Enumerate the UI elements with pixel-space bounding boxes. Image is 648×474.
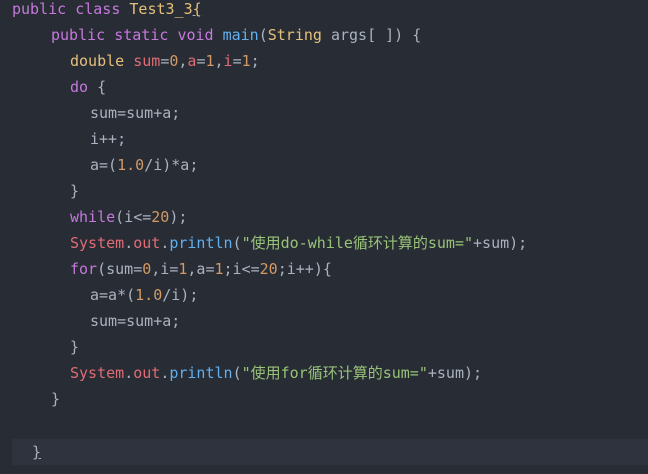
code-token: double [70, 52, 134, 70]
code-token: ,i= [151, 260, 179, 278]
code-token: 1 [214, 260, 224, 278]
code-token: } [70, 182, 80, 200]
code-token: args[ ]) { [330, 26, 422, 44]
code-token: +sum); [427, 364, 483, 382]
code-token: ;i++){ [277, 260, 332, 278]
code-token: 20 [259, 260, 278, 278]
code-token: println [169, 364, 233, 382]
code-line: do { [0, 74, 648, 100]
code-token: { [192, 0, 202, 18]
code-token: println [169, 234, 233, 252]
code-token: . [124, 364, 134, 382]
code-token: +sum); [473, 234, 528, 252]
code-line: public static void main(String args[ ]) … [0, 22, 648, 48]
code-token: String [267, 26, 331, 44]
code-token: = [160, 52, 170, 70]
code-token: 1 [241, 52, 251, 70]
code-line-content: do { [70, 74, 106, 100]
code-line: double sum=0,a=1,i=1; [0, 48, 648, 74]
code-token: } [51, 390, 61, 408]
code-token: ( [258, 26, 268, 44]
code-token: 1.0 [117, 156, 145, 174]
code-token: /i)*a; [144, 156, 199, 174]
code-line: } [0, 386, 648, 412]
code-line-content: System.out.println("使用for循环计算的sum="+sum)… [70, 360, 482, 386]
code-line: System.out.println("使用for循环计算的sum="+sum)… [0, 360, 648, 386]
code-token: . [160, 234, 170, 252]
code-token: ; [250, 52, 260, 70]
code-token: sum=sum+a; [90, 312, 181, 330]
code-line: a=(1.0/i)*a; [0, 152, 648, 178]
code-token: ,a= [187, 260, 215, 278]
code-token: 20 [151, 208, 170, 226]
code-token: { [97, 78, 107, 96]
code-token: public static [51, 26, 178, 44]
code-line-content: i++; [90, 126, 126, 152]
code-token: public class [12, 0, 130, 18]
code-line-content: System.out.println("使用do-while循环计算的sum="… [70, 230, 527, 256]
code-line: sum=sum+a; [0, 100, 648, 126]
code-line-content: a=(1.0/i)*a; [90, 152, 198, 178]
code-line-content: public static void main(String args[ ]) … [51, 22, 421, 48]
code-token: ;i<= [223, 260, 260, 278]
code-token: 0 [142, 260, 152, 278]
code-token: while [70, 208, 116, 226]
code-line-content: } [70, 334, 79, 360]
code-token: (sum= [97, 260, 143, 278]
code-token: } [70, 338, 80, 356]
code-line: public class Test3_3{ [0, 0, 648, 22]
code-token: . [124, 234, 134, 252]
code-line-content: public class Test3_3{ [12, 0, 202, 22]
code-token: a=a*( [90, 286, 136, 304]
code-line: System.out.println("使用do-while循环计算的sum="… [0, 230, 648, 256]
code-token: out [133, 364, 161, 382]
code-token: System [70, 234, 125, 252]
code-token: sum [133, 52, 161, 70]
code-line-content: } [51, 386, 60, 412]
code-line-content: double sum=0,a=1,i=1; [70, 48, 260, 74]
code-line-content: } [70, 178, 79, 204]
code-token: . [160, 364, 170, 382]
code-line: while(i<=20); [0, 204, 648, 230]
code-token: do [70, 78, 98, 96]
code-token: 1.0 [135, 286, 163, 304]
code-token: "使用do-while循环计算的sum=" [241, 234, 474, 252]
code-line: a=a*(1.0/i); [0, 282, 648, 308]
code-line: } [12, 439, 648, 465]
code-token: i++; [90, 130, 127, 148]
code-token: void [177, 26, 223, 44]
code-token: for [70, 260, 98, 278]
code-line: } [0, 178, 648, 204]
code-token: 1 [205, 52, 215, 70]
code-token: i [223, 52, 233, 70]
code-line: sum=sum+a; [0, 308, 648, 334]
code-token: ( [232, 364, 242, 382]
code-token: /i); [162, 286, 199, 304]
code-token: System [70, 364, 125, 382]
code-token: main [222, 26, 259, 44]
code-token: , [214, 52, 224, 70]
code-line-content: while(i<=20); [70, 204, 187, 230]
code-line: } [0, 334, 648, 360]
code-token: = [232, 52, 242, 70]
code-token: a=( [90, 156, 118, 174]
code-line-content: sum=sum+a; [90, 100, 180, 126]
code-line-content: a=a*(1.0/i); [90, 282, 198, 308]
code-token: out [133, 234, 161, 252]
code-line: i++; [0, 126, 648, 152]
code-line-content: } [32, 439, 41, 465]
code-token: "使用for循环计算的sum=" [241, 364, 428, 382]
code-token: ); [169, 208, 188, 226]
code-token: } [32, 443, 42, 461]
code-token: (i<= [115, 208, 152, 226]
code-token: ( [232, 234, 242, 252]
code-token: Test3_3 [129, 0, 193, 18]
code-line: for(sum=0,i=1,a=1;i<=20;i++){ [0, 256, 648, 282]
code-line-content: for(sum=0,i=1,a=1;i<=20;i++){ [70, 256, 332, 282]
code-token: sum=sum+a; [90, 104, 181, 122]
code-line-content: sum=sum+a; [90, 308, 180, 334]
code-editor[interactable]: public class Test3_3{public static void … [0, 0, 648, 474]
